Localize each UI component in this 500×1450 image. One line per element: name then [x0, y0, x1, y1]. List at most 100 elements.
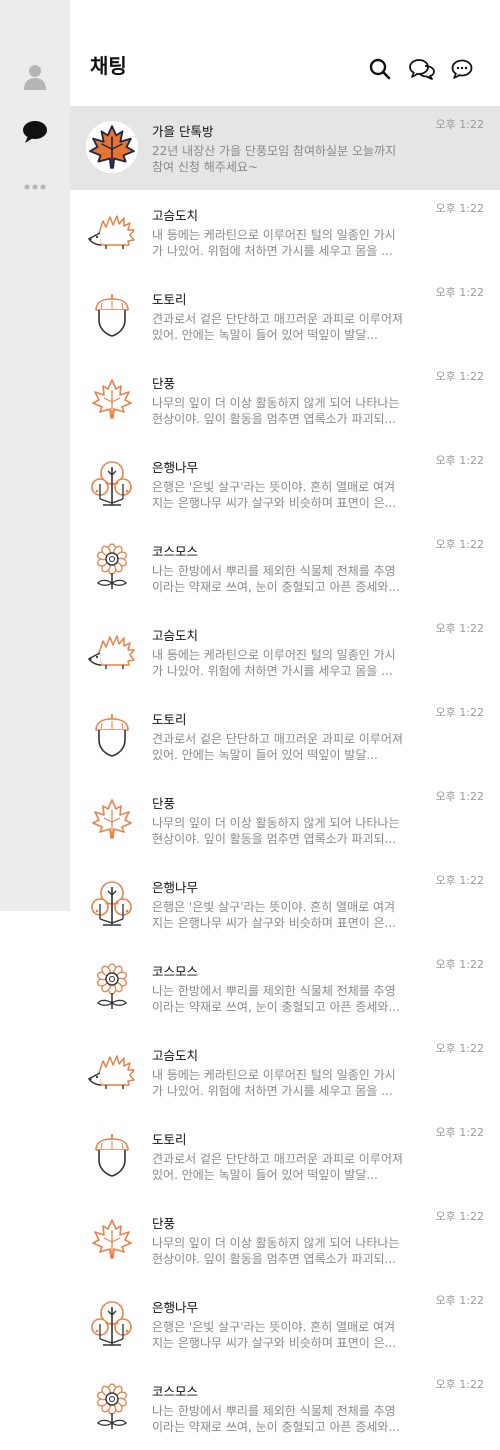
chat-preview: 22년 내장산 가을 단풍모임 참여하실분 오늘까지 참여 신청 해주세요~	[152, 144, 397, 174]
chat-name: 도토리	[152, 1132, 187, 1147]
avatar	[86, 793, 138, 845]
maple-leaf-icon	[89, 125, 135, 169]
avatar	[86, 625, 138, 677]
chat-list-item[interactable]: 코스모스나는 한방에서 뿌리를 제외한 식물체 전체를 추영이라는 약재로 쓰여…	[70, 1366, 500, 1450]
chat-timestamp: 오후 1:22	[435, 958, 484, 971]
chat-timestamp: 오후 1:22	[435, 202, 484, 215]
chat-preview: 은행은 '은빛 살구'라는 뜻이야. 흔히 열매로 여겨지는 은행나무 씨가 살…	[152, 1320, 397, 1350]
hedgehog-icon	[88, 635, 135, 669]
chat-list-item[interactable]: 코스모스나는 한방에서 뿌리를 제외한 식물체 전체를 추영이라는 약재로 쓰여…	[70, 526, 500, 610]
chat-timestamp: 오후 1:22	[435, 286, 484, 299]
sidebar-item-more[interactable]	[15, 167, 55, 207]
chat-preview: 나무의 잎이 더 이상 활동하지 않게 되어 나타나는 현상이야. 잎이 활동을…	[152, 816, 400, 846]
chat-timestamp: 오후 1:22	[435, 874, 484, 887]
chat-preview: 나무의 잎이 더 이상 활동하지 않게 되어 나타나는 현상이야. 잎이 활동을…	[152, 1236, 400, 1266]
chat-preview: 나무의 잎이 더 이상 활동하지 않게 되어 나타나는 현상이야. 잎이 활동을…	[152, 396, 400, 426]
chat-name: 도토리	[152, 292, 187, 307]
cosmos-flower-icon	[96, 963, 128, 1009]
avatar	[86, 1045, 138, 1097]
sidebar	[0, 0, 70, 911]
search-icon	[369, 58, 391, 80]
sidebar-item-friends[interactable]	[15, 57, 55, 97]
sidebar-item-chats[interactable]	[15, 112, 55, 152]
chat-list-item[interactable]: 고슴도치내 등에는 케라틴으로 이루어진 털의 일종인 가시가 나있어. 위험에…	[70, 1030, 500, 1114]
new-chat-button[interactable]	[448, 55, 476, 83]
maple-leaf-icon	[92, 799, 132, 839]
chat-preview: 나는 한방에서 뿌리를 제외한 식물체 전체를 추영이라는 약재로 쓰여, 눈이…	[152, 564, 400, 594]
chat-timestamp: 오후 1:22	[435, 538, 484, 551]
cosmos-flower-icon	[96, 1383, 128, 1429]
more-icon	[24, 184, 46, 190]
chat-timestamp: 오후 1:22	[435, 622, 484, 635]
chat-list-item[interactable]: 단풍나무의 잎이 더 이상 활동하지 않게 되어 나타나는 현상이야. 잎이 활…	[70, 1198, 500, 1282]
maple-leaf-icon	[92, 1219, 132, 1259]
chat-name: 단풍	[152, 1216, 176, 1231]
open-chat-icon	[409, 59, 435, 80]
avatar	[86, 1297, 138, 1349]
chat-list-item[interactable]: 단풍나무의 잎이 더 이상 활동하지 않게 되어 나타나는 현상이야. 잎이 활…	[70, 358, 500, 442]
chat-name: 은행나무	[152, 460, 199, 475]
search-button[interactable]	[366, 55, 394, 83]
chat-timestamp: 오후 1:22	[435, 1294, 484, 1307]
chat-timestamp: 오후 1:22	[435, 1126, 484, 1139]
chat-name: 단풍	[152, 376, 176, 391]
chat-timestamp: 오후 1:22	[435, 1210, 484, 1223]
chat-list-item[interactable]: 고슴도치내 등에는 케라틴으로 이루어진 털의 일종인 가시가 나있어. 위험에…	[70, 610, 500, 694]
avatar	[86, 457, 138, 509]
cosmos-flower-icon	[96, 543, 128, 589]
chat-preview: 견과로서 겉은 단단하고 매끄러운 과피로 이루어져 있어. 안에는 녹말이 들…	[152, 1152, 403, 1182]
chat-list-item[interactable]: 가을 단톡방 22년 내장산 가을 단풍모임 참여하실분 오늘까지 참여 신청 해…	[70, 106, 500, 190]
chat-list-item[interactable]: 은행나무은행은 '은빛 살구'라는 뜻이야. 흔히 열매로 여겨지는 은행나무 …	[70, 1282, 500, 1366]
open-chat-button[interactable]	[406, 55, 438, 83]
chat-list-item[interactable]: 도토리견과로서 겉은 단단하고 매끄러운 과피로 이루어져 있어. 안에는 녹말…	[70, 1114, 500, 1198]
chat-name: 단풍	[152, 796, 176, 811]
chat-preview: 나는 한방에서 뿌리를 제외한 식물체 전체를 추영이라는 약재로 쓰여, 눈이…	[152, 1404, 400, 1434]
chat-list-item[interactable]: 고슴도치 내 등에는 케라틴으로 이루어진 털의 일종인 가시가 나있어. 위험에…	[70, 190, 500, 274]
maple-leaf-icon	[92, 379, 132, 419]
chat-preview: 내 등에는 케라틴으로 이루어진 털의 일종인 가시가 나있어. 위험에 처하면…	[152, 648, 396, 678]
ginkgo-tree-icon	[91, 881, 132, 926]
chat-name: 고슴도치	[152, 1048, 199, 1063]
avatar	[86, 121, 138, 173]
avatar	[86, 1129, 138, 1181]
avatar	[86, 1381, 138, 1433]
chat-list-panel: 채팅 가을 단톡방 22년 내장산 가을 단풍모임 참여하실분 오늘까지 참여 …	[70, 0, 500, 1450]
avatar	[86, 961, 138, 1013]
person-icon	[24, 65, 46, 90]
chat-bubble-icon	[23, 121, 47, 143]
chat-list-item[interactable]: 도토리견과로서 겉은 단단하고 매끄러운 과피로 이루어져 있어. 안에는 녹말…	[70, 694, 500, 778]
chat-preview: 내 등에는 케라틴으로 이루어진 털의 일종인 가시가 나있어. 위험에 처하면…	[152, 1068, 396, 1098]
chat-name: 은행나무	[152, 880, 199, 895]
avatar	[86, 877, 138, 929]
avatar	[86, 205, 138, 257]
chat-name: 도토리	[152, 712, 187, 727]
chat-name: 코스모스	[152, 1384, 199, 1399]
acorn-icon	[95, 1134, 129, 1177]
chat-list-item[interactable]: 단풍나무의 잎이 더 이상 활동하지 않게 되어 나타나는 현상이야. 잎이 활…	[70, 778, 500, 862]
avatar	[86, 541, 138, 593]
chat-list-item[interactable]: 도토리견과로서 겉은 단단하고 매끄러운 과피로 이루어져 있어. 안에는 녹말…	[70, 274, 500, 358]
chat-name: 코스모스	[152, 964, 199, 979]
chat-list-item[interactable]: 은행나무은행은 '은빛 살구'라는 뜻이야. 흔히 열매로 여겨지는 은행나무 …	[70, 442, 500, 526]
chat-name: 은행나무	[152, 1300, 199, 1315]
hedgehog-icon	[88, 1055, 135, 1089]
chat-name: 고슴도치	[152, 628, 199, 643]
chat-name: 코스모스	[152, 544, 199, 559]
chat-preview: 견과로서 겉은 단단하고 매끄러운 과피로 이루어져 있어. 안에는 녹말이 들…	[152, 312, 403, 342]
avatar	[86, 373, 138, 425]
avatar	[86, 289, 138, 341]
avatar	[86, 709, 138, 761]
chat-list-item[interactable]: 코스모스 나는 한방에서 뿌리를 제외한 식물체 전체를 추영이라는 약재로 쓰여…	[70, 946, 500, 1030]
chat-list-item[interactable]: 은행나무 은행은 '은빛 살구'라는 뜻이야. 흔히 열매로 여겨지는 은행나무 …	[70, 862, 500, 946]
chat-timestamp: 오후 1:22	[435, 706, 484, 719]
header: 채팅	[70, 0, 500, 106]
chat-preview: 견과로서 겉은 단단하고 매끄러운 과피로 이루어져 있어. 안에는 녹말이 들…	[152, 732, 403, 762]
chat-timestamp: 오후 1:22	[435, 370, 484, 383]
chat-preview: 내 등에는 케라틴으로 이루어진 털의 일종인 가시가 나있어. 위험에 처하면…	[152, 228, 396, 258]
page-title: 채팅	[90, 54, 127, 78]
hedgehog-icon	[88, 215, 135, 249]
chat-timestamp: 오후 1:22	[435, 1042, 484, 1055]
chat-preview: 은행은 '은빛 살구'라는 뜻이야. 흔히 열매로 여겨지는 은행나무 씨가 살…	[152, 480, 397, 510]
acorn-icon	[95, 714, 129, 757]
ginkgo-tree-icon	[91, 1301, 132, 1346]
